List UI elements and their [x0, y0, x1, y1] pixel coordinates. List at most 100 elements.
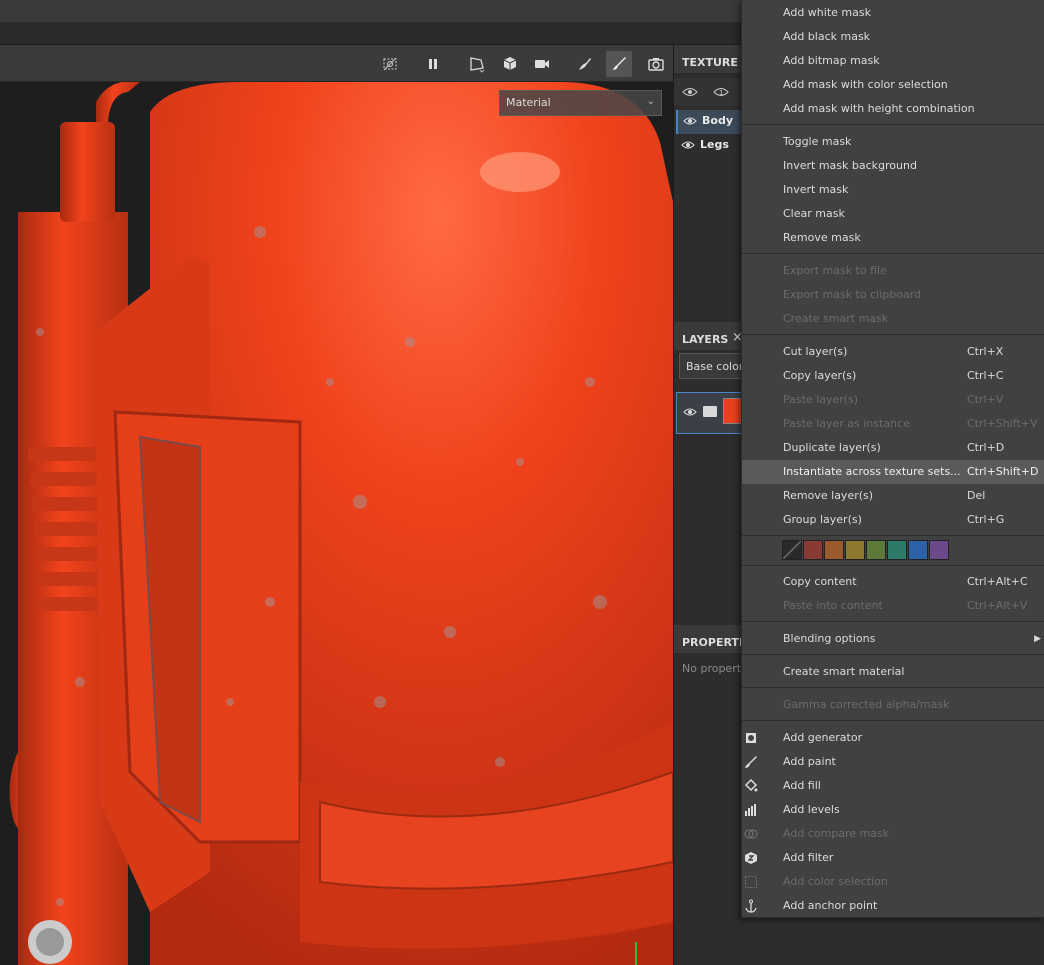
- color-tag-swatch[interactable]: [824, 540, 844, 560]
- menu-item-add-compare-mask: Add compare mask: [742, 822, 1044, 846]
- menu-item-export-mask-to-file: Export mask to file: [742, 259, 1044, 283]
- menu-item-add-mask-with-height-combination[interactable]: Add mask with height combination: [742, 97, 1044, 121]
- texture-set-body[interactable]: Body: [676, 110, 744, 134]
- menu-item-add-white-mask[interactable]: Add white mask: [742, 1, 1044, 25]
- menu-item-duplicate-layer-s[interactable]: Duplicate layer(s) Ctrl+D: [742, 436, 1044, 460]
- menu-item-add-filter[interactable]: Add filter: [742, 846, 1044, 870]
- color-tag-swatch[interactable]: [908, 540, 928, 560]
- menu-item-add-generator[interactable]: Add generator: [742, 726, 1044, 750]
- menu-item-label: Create smart material: [783, 665, 905, 678]
- menu-item-instantiate-across-texture-sets[interactable]: Instantiate across texture sets... Ctrl+S…: [742, 460, 1044, 484]
- menu-item-blending-options[interactable]: Blending options ▶: [742, 627, 1044, 651]
- paint-brush-icon: [745, 756, 757, 768]
- menu-item-create-smart-material[interactable]: Create smart material: [742, 660, 1044, 684]
- menu-item-add-anchor-point[interactable]: Add anchor point: [742, 894, 1044, 918]
- menu-item-add-mask-with-color-selection[interactable]: Add mask with color selection: [742, 73, 1044, 97]
- view-mode-select[interactable]: Material ⌄: [499, 90, 662, 116]
- cube-icon[interactable]: [497, 51, 523, 77]
- menu-item-shortcut: Ctrl+V: [967, 393, 1004, 406]
- compare-mask-icon: [744, 829, 758, 839]
- menu-separator: [742, 334, 1044, 335]
- color-tag-none[interactable]: [782, 540, 802, 560]
- viewport-toolbar: [0, 45, 673, 82]
- menu-item-paste-into-content: Paste into content Ctrl+Alt+V: [742, 594, 1044, 618]
- video-camera-icon[interactable]: [529, 51, 555, 77]
- menu-item-export-mask-to-clipboard: Export mask to clipboard: [742, 283, 1044, 307]
- eye-refresh-icon[interactable]: [681, 84, 699, 100]
- brush-stroke-icon[interactable]: [572, 51, 598, 77]
- layers-panel-header: LAYERS ×: [674, 322, 744, 350]
- menu-item-shortcut: Ctrl+Alt+V: [967, 599, 1028, 612]
- menu-item-add-levels[interactable]: Add levels: [742, 798, 1044, 822]
- filter-icon: [745, 852, 757, 864]
- submenu-arrow-icon: ▶: [1034, 634, 1041, 644]
- hide-overlay-icon[interactable]: [377, 51, 403, 77]
- menu-item-gamma-corrected-alpha-mask: Gamma corrected alpha/mask: [742, 693, 1044, 717]
- levels-icon: [745, 804, 756, 816]
- eye-icon[interactable]: [683, 405, 697, 419]
- texture-set-label: Legs: [700, 138, 729, 151]
- texture-set-legs[interactable]: Legs: [676, 134, 744, 158]
- menu-item-label: Instantiate across texture sets...: [783, 465, 961, 478]
- menu-item-add-bitmap-mask[interactable]: Add bitmap mask: [742, 49, 1044, 73]
- generator-icon: [746, 733, 756, 743]
- extinguisher-render: [0, 82, 673, 965]
- menu-item-label: Gamma corrected alpha/mask: [783, 698, 950, 711]
- menu-item-add-fill[interactable]: Add fill: [742, 774, 1044, 798]
- screenshot-camera-icon[interactable]: [643, 51, 669, 77]
- menu-separator: [742, 687, 1044, 688]
- menu-item-add-black-mask[interactable]: Add black mask: [742, 25, 1044, 49]
- menu-item-label: Paste into content: [783, 599, 883, 612]
- color-selection-icon: [745, 876, 757, 888]
- texture-set-panel-title: TEXTURE S: [674, 45, 744, 73]
- eye-icon[interactable]: [681, 138, 695, 152]
- menu-item-label: Add black mask: [783, 30, 871, 43]
- color-tag-swatch[interactable]: [887, 540, 907, 560]
- menu-item-label: Add paint: [783, 755, 836, 768]
- texture-set-toolbar: 1: [674, 78, 744, 106]
- menu-item-label: Invert mask: [783, 183, 849, 196]
- menu-item-invert-mask[interactable]: Invert mask: [742, 178, 1044, 202]
- menu-separator: [742, 565, 1044, 566]
- color-tag-swatch[interactable]: [866, 540, 886, 560]
- menu-item-remove-mask[interactable]: Remove mask: [742, 226, 1044, 250]
- menu-item-label: Add generator: [783, 731, 863, 744]
- menu-item-paste-layer-s: Paste layer(s) Ctrl+V: [742, 388, 1044, 412]
- solo-eye-icon[interactable]: 1: [712, 84, 730, 100]
- pause-icon[interactable]: [420, 51, 446, 77]
- layer-row[interactable]: [676, 392, 745, 434]
- menu-item-group-layer-s[interactable]: Group layer(s) Ctrl+G: [742, 508, 1044, 532]
- menu-item-label: Add fill: [783, 779, 821, 792]
- menu-item-label: Toggle mask: [783, 135, 852, 148]
- menu-item-toggle-mask[interactable]: Toggle mask: [742, 130, 1044, 154]
- menu-item-label: Add compare mask: [783, 827, 890, 840]
- menu-item-label: Copy layer(s): [783, 369, 857, 382]
- menu-item-remove-layer-s[interactable]: Remove layer(s) Del: [742, 484, 1044, 508]
- color-tag-swatch[interactable]: [929, 540, 949, 560]
- color-tag-swatch[interactable]: [803, 540, 823, 560]
- menu-item-cut-layer-s[interactable]: Cut layer(s) Ctrl+X: [742, 340, 1044, 364]
- menu-item-label: Remove mask: [783, 231, 861, 244]
- menu-item-label: Add mask with color selection: [783, 78, 948, 91]
- menu-item-add-paint[interactable]: Add paint: [742, 750, 1044, 774]
- paintbrush-icon[interactable]: [606, 51, 632, 77]
- menu-item-invert-mask-background[interactable]: Invert mask background: [742, 154, 1044, 178]
- menu-item-create-smart-mask: Create smart mask: [742, 307, 1044, 331]
- menu-item-clear-mask[interactable]: Clear mask: [742, 202, 1044, 226]
- layers-panel-title: LAYERS: [682, 333, 729, 346]
- eye-icon[interactable]: [683, 114, 697, 128]
- menu-item-shortcut: Ctrl+G: [967, 513, 1005, 526]
- menu-item-label: Add anchor point: [783, 899, 878, 912]
- menu-item-label: Add bitmap mask: [783, 54, 880, 67]
- menu-item-label: Add levels: [783, 803, 840, 816]
- menu-item-copy-layer-s[interactable]: Copy layer(s) Ctrl+C: [742, 364, 1044, 388]
- camera-frame-icon[interactable]: [464, 51, 490, 77]
- menu-item-copy-content[interactable]: Copy content Ctrl+Alt+C: [742, 570, 1044, 594]
- 3d-viewport[interactable]: Material ⌄: [0, 82, 673, 965]
- menu-item-label: Add color selection: [783, 875, 888, 888]
- channel-select[interactable]: Base color: [679, 353, 743, 379]
- color-tag-swatch[interactable]: [845, 540, 865, 560]
- folder-icon: [703, 406, 717, 417]
- menu-item-label: Invert mask background: [783, 159, 917, 172]
- menu-item-shortcut: Ctrl+X: [967, 345, 1004, 358]
